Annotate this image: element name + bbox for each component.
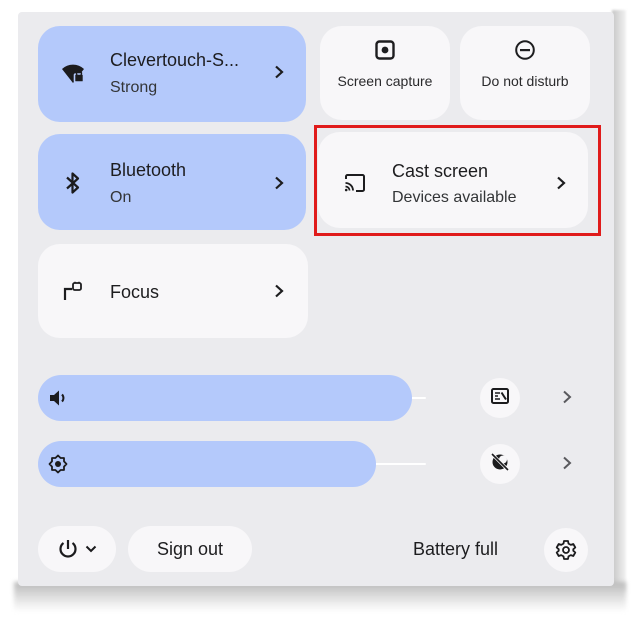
brightness-icon[interactable] xyxy=(48,454,68,479)
audio-settings-icon xyxy=(490,386,510,411)
power-menu-button[interactable] xyxy=(38,526,116,572)
panel-shadow-right xyxy=(612,10,626,592)
focus-tile[interactable]: Focus xyxy=(38,244,308,338)
power-icon xyxy=(57,538,79,560)
wifi-locked-icon xyxy=(60,60,86,86)
sign-out-button[interactable]: Sign out xyxy=(128,526,252,572)
audio-chevron-right-icon[interactable] xyxy=(560,388,574,406)
network-tile[interactable]: Clevertouch-S... Strong xyxy=(38,26,306,122)
focus-chevron-right-icon[interactable] xyxy=(272,282,286,300)
screen-capture-button[interactable]: Screen capture xyxy=(320,26,450,120)
bluetooth-tile[interactable]: Bluetooth On xyxy=(38,134,306,230)
do-not-disturb-button[interactable]: Do not disturb xyxy=(460,26,590,120)
network-name: Clevertouch-S... xyxy=(110,50,240,70)
focus-title: Focus xyxy=(110,282,160,302)
speaker-icon[interactable] xyxy=(48,388,70,413)
chevron-down-icon xyxy=(85,544,97,554)
bluetooth-icon xyxy=(60,170,86,196)
screen-capture-icon xyxy=(374,39,396,66)
sign-out-label: Sign out xyxy=(156,538,224,559)
gear-icon xyxy=(555,539,577,561)
night-light-chevron-right-icon[interactable] xyxy=(560,454,574,472)
network-status: Strong xyxy=(110,79,158,96)
network-chevron-right-icon[interactable] xyxy=(272,63,286,81)
night-light-off-icon xyxy=(489,451,511,478)
screen-capture-label: Screen capture xyxy=(337,73,433,89)
bluetooth-title: Bluetooth xyxy=(110,160,187,180)
audio-settings-button[interactable] xyxy=(480,378,520,418)
bluetooth-status: On xyxy=(110,189,132,206)
cast-screen-highlight-box xyxy=(314,125,601,236)
focus-icon xyxy=(60,278,86,304)
battery-status: Battery full xyxy=(413,539,499,559)
panel-shadow-bottom xyxy=(14,582,626,612)
volume-slider-fill[interactable] xyxy=(38,375,412,421)
settings-button[interactable] xyxy=(544,528,588,572)
night-light-button[interactable] xyxy=(480,444,520,484)
do-not-disturb-icon xyxy=(514,39,536,66)
brightness-slider-fill[interactable] xyxy=(38,441,376,487)
do-not-disturb-label: Do not disturb xyxy=(481,73,569,89)
bluetooth-chevron-right-icon[interactable] xyxy=(272,174,286,192)
